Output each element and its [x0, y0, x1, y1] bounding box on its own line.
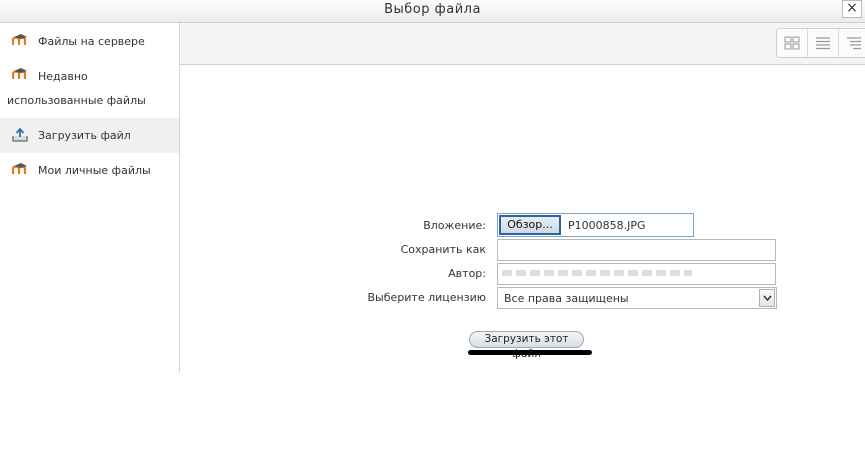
- license-label: Выберите лицензию: [367, 291, 486, 304]
- upload-file-button[interactable]: Загрузить этот файл: [469, 331, 584, 360]
- view-switcher: [776, 28, 865, 58]
- dropdown-toggle[interactable]: [759, 289, 775, 307]
- close-icon: ×: [846, 0, 858, 16]
- license-select[interactable]: Все права защищены: [497, 287, 777, 309]
- moodle-icon: [12, 34, 28, 46]
- file-picker-toolbar: [180, 23, 865, 65]
- list-view-button[interactable]: [808, 29, 839, 57]
- author-redacted-value: [502, 270, 692, 276]
- save-as-input[interactable]: [497, 239, 776, 261]
- sidebar-item-label: Мои личные файлы: [38, 164, 151, 177]
- selected-file-name: P1000858.JPG: [568, 219, 646, 232]
- upload-icon: [12, 128, 28, 142]
- chevron-down-icon: [763, 295, 772, 301]
- save-as-label: Сохранить как: [400, 243, 486, 256]
- close-button[interactable]: ×: [842, 0, 862, 18]
- attachment-label: Вложение:: [423, 219, 486, 232]
- icons-view-button[interactable]: [777, 29, 808, 57]
- author-label: Автор:: [448, 267, 486, 280]
- moodle-icon: [12, 163, 28, 175]
- dialog-title: Выбор файла: [384, 2, 481, 17]
- moodle-icon: [12, 68, 28, 80]
- author-input[interactable]: [497, 263, 776, 285]
- tree-view-button[interactable]: [839, 29, 865, 57]
- sidebar-item-private-files[interactable]: Мои личные файлы: [0, 159, 179, 181]
- license-selected-value: Все права защищены: [504, 292, 629, 305]
- sidebar-item-upload-file[interactable]: Загрузить файл: [0, 118, 179, 153]
- sidebar-item-label: Файлы на сервере: [38, 35, 145, 48]
- sidebar-item-label: использованные файлы: [7, 94, 146, 107]
- file-picker-sidebar: Файлы на сервере Недавно использованные …: [0, 23, 180, 373]
- sidebar-item-label: Загрузить файл: [38, 129, 131, 142]
- sidebar-item-recent-files[interactable]: Недавно использованные файлы: [0, 65, 179, 115]
- icons-view-icon: [784, 36, 800, 50]
- attachment-file-input[interactable]: Обзор... P1000858.JPG: [497, 213, 694, 237]
- highlight-underline: [468, 350, 592, 355]
- list-view-icon: [816, 37, 830, 50]
- browse-button[interactable]: Обзор...: [499, 215, 561, 235]
- dialog-title-bar: Выбор файла ×: [0, 0, 865, 23]
- sidebar-item-label: Недавно: [38, 70, 88, 83]
- sidebar-item-server-files[interactable]: Файлы на сервере: [0, 31, 179, 51]
- tree-view-icon: [847, 37, 861, 50]
